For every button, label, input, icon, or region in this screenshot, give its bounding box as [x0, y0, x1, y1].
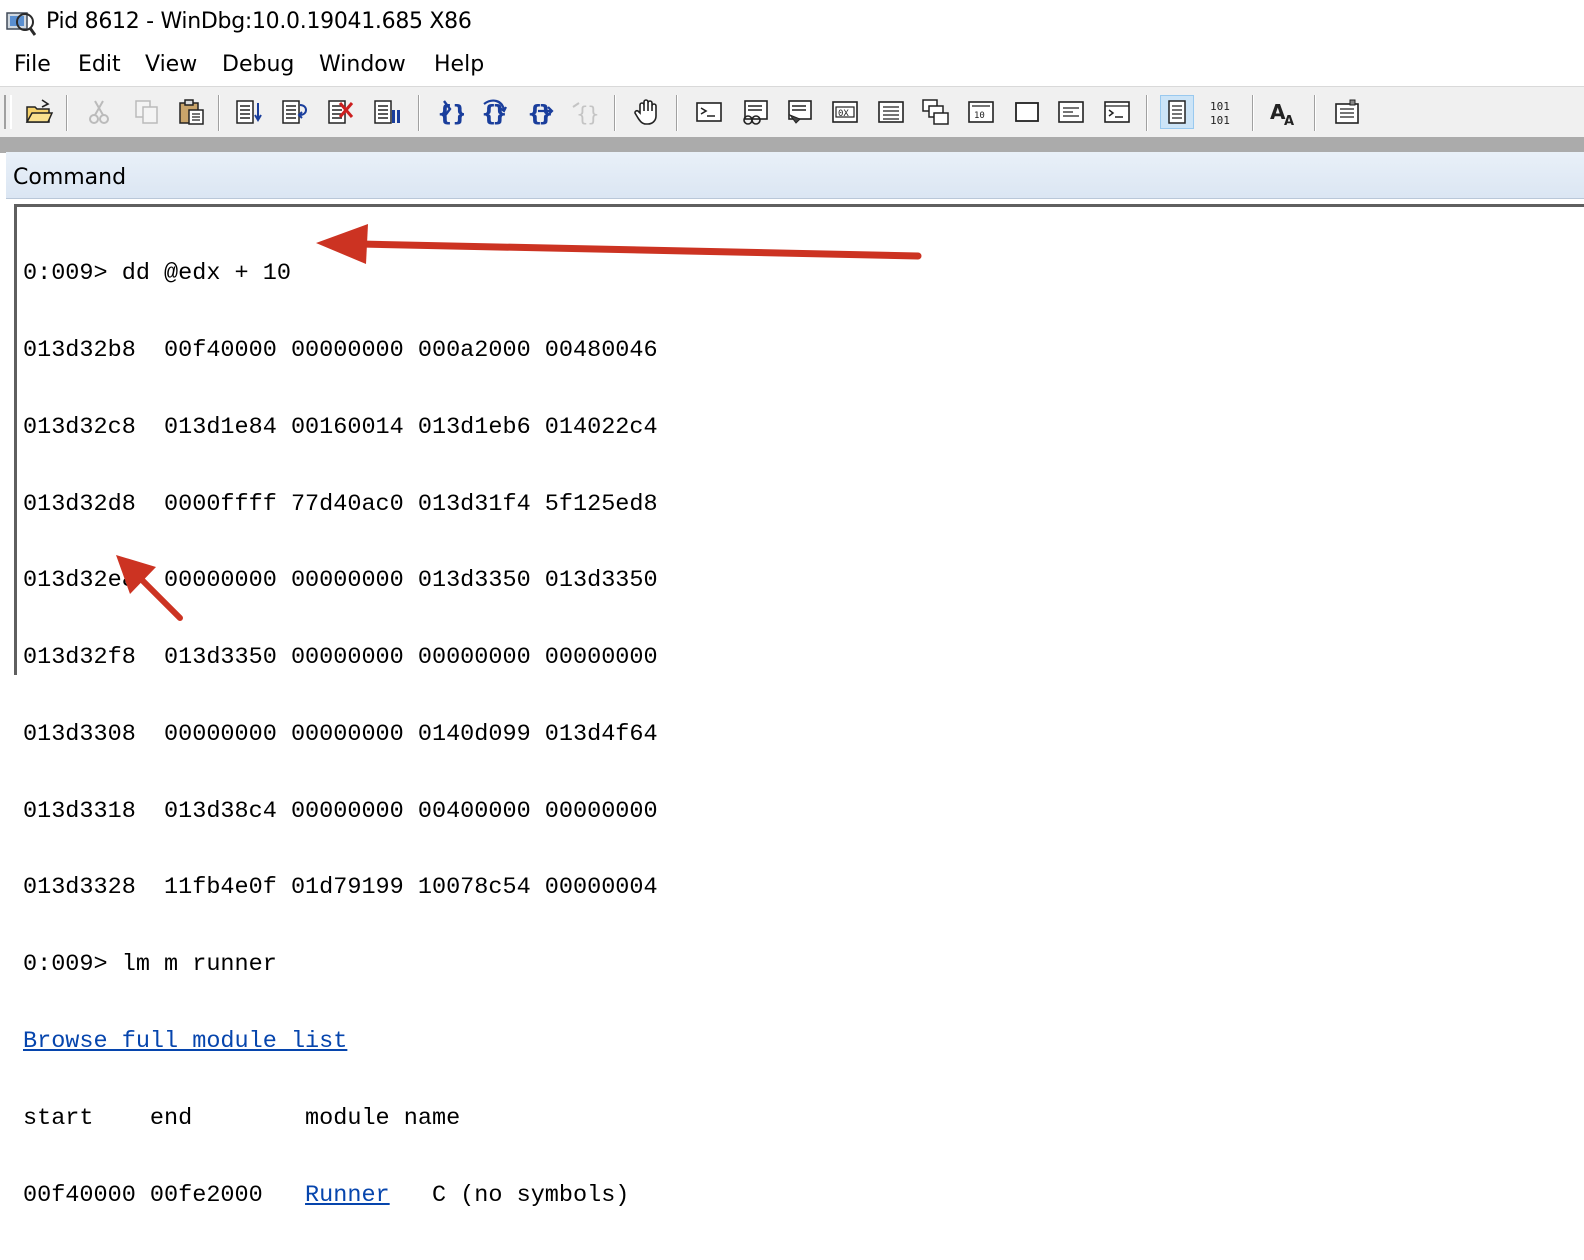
command-output[interactable]: 0:009> dd @edx + 10 013d32b8 00f40000 00…: [14, 204, 1584, 1208]
browse-module-list-link[interactable]: Browse full module list: [23, 1028, 347, 1055]
break-hand-icon[interactable]: [630, 95, 664, 129]
menu-debug[interactable]: Debug: [222, 52, 294, 77]
step-into-source-icon[interactable]: [232, 95, 266, 129]
hex-glyph-top: 101: [1210, 100, 1230, 113]
watch-window-icon[interactable]: [738, 95, 772, 129]
toolbar-separator: [218, 95, 220, 131]
module-address-range: 00f40000 00fe2000: [23, 1181, 306, 1209]
toolbar: {} {} {} {} 0X 10: [0, 86, 1584, 138]
toolbar-separator: [1252, 95, 1254, 131]
toolbar-separator: [676, 95, 678, 131]
svg-text:}: }: [492, 102, 508, 127]
copy-icon[interactable]: [130, 95, 164, 129]
window-title: Pid 8612 - WinDbg:10.0.19041.685 X86: [46, 9, 472, 34]
options-icon[interactable]: [1330, 95, 1364, 129]
cut-icon[interactable]: [82, 95, 116, 129]
toolbar-separator: [66, 95, 68, 131]
run-to-cursor-disabled-icon[interactable]: {}: [568, 95, 602, 129]
hex-display-icon[interactable]: 101 101: [1206, 95, 1240, 129]
console-lines: 0:009> dd @edx + 10 013d32b8 00f40000 00…: [23, 210, 658, 1259]
toolbar-separator: [1146, 95, 1148, 131]
module-symbol-status: C (no symbols): [389, 1181, 630, 1209]
console-prompt: 0:009> lm m runner: [23, 951, 277, 979]
font-icon[interactable]: A A: [1266, 95, 1300, 129]
title-bar: Pid 8612 - WinDbg:10.0.19041.685 X86: [0, 0, 1584, 44]
svg-text:0X: 0X: [838, 109, 849, 119]
command-browser-icon[interactable]: [1100, 95, 1134, 129]
source-mode-icon[interactable]: [1160, 95, 1194, 129]
memory-row: 013d32d8 0000ffff 77d40ac0 013d31f4 5f12…: [23, 490, 658, 518]
svg-text:}: }: [538, 102, 554, 127]
call-stack-window-icon[interactable]: [918, 95, 952, 129]
memory-row: 013d32c8 013d1e84 00160014 013d1eb6 0140…: [23, 413, 658, 441]
svg-text:}: }: [452, 102, 464, 127]
hex-glyph-bottom: 101: [1210, 114, 1230, 127]
toolbar-separator: [614, 95, 616, 131]
memory-row: 013d3318 013d38c4 00000000 00400000 0000…: [23, 797, 658, 825]
menu-file[interactable]: File: [14, 52, 51, 77]
locals-window-icon[interactable]: [782, 95, 816, 129]
workspace-background: [0, 137, 1584, 153]
command-window-header[interactable]: Command: [6, 152, 1584, 199]
windbg-app-icon: [6, 9, 37, 37]
toolbar-separator: [1314, 95, 1316, 131]
run-to-cursor-icon[interactable]: [370, 95, 404, 129]
step-over-source-icon[interactable]: [278, 95, 312, 129]
command-window-icon[interactable]: [692, 95, 726, 129]
memory-row: 013d3328 11fb4e0f 01d79199 10078c54 0000…: [23, 874, 658, 902]
menu-window[interactable]: Window: [319, 52, 406, 77]
toolbar-grip[interactable]: [4, 95, 12, 129]
module-row: 00f40000 00fe2000 Runner C (no symbols): [23, 1181, 658, 1209]
module-runner-link[interactable]: Runner: [305, 1182, 390, 1209]
font-glyph-small: A: [1284, 114, 1294, 127]
processes-threads-icon[interactable]: [1054, 95, 1088, 129]
menu-bar: File Edit View Debug Window Help: [0, 48, 1584, 84]
memory-row: 013d32f8 013d3350 00000000 00000000 0000…: [23, 644, 658, 672]
memory-row: 013d32e8 00000000 00000000 013d3350 013d…: [23, 567, 658, 595]
disassembly-window-icon[interactable]: 10: [964, 95, 998, 129]
memory-row: 013d32b8 00f40000 00000000 000a2000 0048…: [23, 336, 658, 364]
menu-view[interactable]: View: [145, 52, 197, 77]
step-into-icon[interactable]: {}: [432, 95, 466, 129]
open-icon[interactable]: [22, 95, 56, 129]
module-list-header: start end module name: [23, 1104, 461, 1132]
step-over-icon[interactable]: {}: [476, 95, 510, 129]
breakpoint-clear-icon[interactable]: [324, 95, 358, 129]
svg-text:10: 10: [974, 111, 985, 121]
toolbar-separator: [418, 95, 420, 131]
menu-help[interactable]: Help: [434, 52, 484, 77]
svg-text:}: }: [587, 102, 600, 126]
menu-edit[interactable]: Edit: [78, 52, 121, 77]
registers-window-icon[interactable]: 0X: [828, 95, 862, 129]
paste-icon[interactable]: [174, 95, 208, 129]
console-prompt: 0:009> dd @edx + 10: [23, 260, 291, 288]
memory-window-icon[interactable]: [874, 95, 908, 129]
memory-row: 013d3308 00000000 00000000 0140d099 013d…: [23, 720, 658, 748]
command-window: Command 0:009> dd @edx + 10 013d32b8 00f…: [6, 152, 1584, 1208]
step-out-icon[interactable]: {}: [522, 95, 556, 129]
scratch-pad-icon[interactable]: [1010, 95, 1044, 129]
command-window-title: Command: [13, 165, 127, 190]
